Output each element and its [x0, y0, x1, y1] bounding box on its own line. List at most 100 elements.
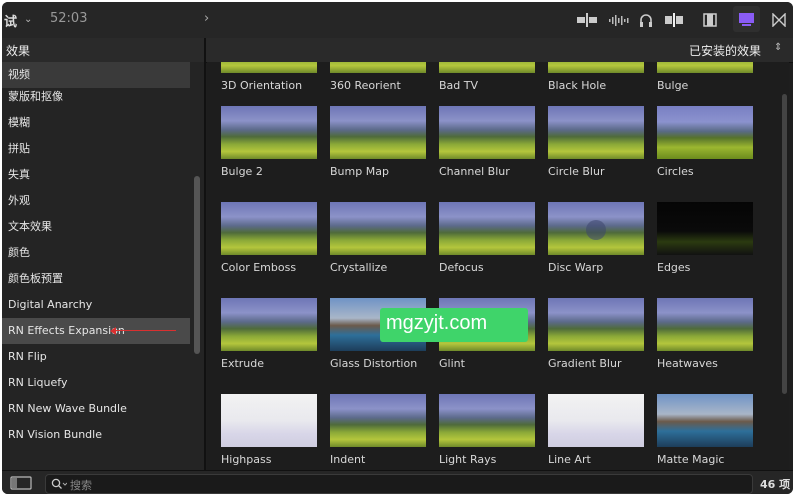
sidebar-item-rn-effects-expansion[interactable]: RN Effects Expansion	[2, 318, 190, 344]
effect-tile-bad-tv[interactable]: Bad TV	[439, 62, 535, 100]
effect-thumbnail	[439, 106, 535, 159]
watermark: mgzyjt.com	[380, 308, 528, 342]
item-count: 46 项	[760, 478, 791, 491]
chevron-down-icon[interactable]: ⌄	[24, 14, 32, 25]
headphones-icon[interactable]	[638, 12, 654, 28]
effect-tile-light-rays[interactable]: Light Rays	[439, 394, 535, 470]
effect-thumbnail	[330, 202, 426, 255]
chevron-right-icon[interactable]: ›	[204, 11, 209, 26]
sidebar-item-masks-keying[interactable]: 蒙版和抠像	[2, 84, 190, 110]
panel-divider[interactable]	[204, 38, 206, 470]
annotation-arrow-line	[114, 330, 176, 331]
installed-effects-filter[interactable]: 已安装的效果	[689, 42, 761, 59]
effect-tile-black-hole[interactable]: Black Hole	[548, 62, 644, 100]
search-field[interactable]: 搜索	[45, 474, 753, 494]
annotation-arrow-head	[110, 327, 116, 335]
chevron-updown-icon[interactable]: ⇕	[774, 42, 782, 53]
effect-tile-highpass[interactable]: Highpass	[221, 394, 317, 470]
effect-tile-bump-map[interactable]: Bump Map	[330, 106, 426, 186]
effect-tile-matte-magic[interactable]: Matte Magic	[657, 394, 753, 470]
effect-thumbnail	[657, 202, 753, 255]
effect-tile-gradient-blur[interactable]: Gradient Blur	[548, 298, 644, 378]
effect-label: Heatwaves	[657, 357, 718, 370]
effects-browser-toggle[interactable]	[733, 6, 760, 32]
effect-tile-defocus[interactable]: Defocus	[439, 202, 535, 282]
sidebar-item-digital-anarchy[interactable]: Digital Anarchy	[2, 292, 190, 318]
effect-label: Gradient Blur	[548, 357, 622, 370]
project-title[interactable]: 试	[4, 11, 17, 30]
effect-label: Glass Distortion	[330, 357, 418, 370]
effect-tile-circle-blur[interactable]: Circle Blur	[548, 106, 644, 186]
effects-browser-window: 试 ⌄ 52:03 › 效果 已安装的效果 ⇕ 视频 蒙版和抠像 模糊 拼贴 失…	[2, 2, 793, 494]
sidebar-item-rn-liquefy[interactable]: RN Liquefy	[2, 370, 190, 396]
sidebar-item-stylize[interactable]: 外观	[2, 188, 190, 214]
sidebar-item-color-presets[interactable]: 颜色板预置	[2, 266, 190, 292]
effect-label: Glint	[439, 357, 465, 370]
category-sidebar: 视频 蒙版和抠像 模糊 拼贴 失真 外观 文本效果 颜色 颜色板预置 Digit…	[2, 62, 204, 470]
effect-label: Bad TV	[439, 79, 479, 92]
effect-thumbnail	[439, 62, 535, 73]
sidebar-item-distortion[interactable]: 失真	[2, 162, 190, 188]
effect-label: Matte Magic	[657, 453, 725, 466]
effect-thumbnail	[548, 106, 644, 159]
sidebar-item-text-effects[interactable]: 文本效果	[2, 214, 190, 240]
effect-tile-indent[interactable]: Indent	[330, 394, 426, 470]
effect-tile-crystallize[interactable]: Crystallize	[330, 202, 426, 282]
sidebar-item-rn-flip[interactable]: RN Flip	[2, 344, 190, 370]
transitions-icon[interactable]	[772, 13, 786, 27]
effect-tile-bulge-2[interactable]: Bulge 2	[221, 106, 317, 186]
effect-label: Crystallize	[330, 261, 388, 274]
effect-label: Line Art	[548, 453, 591, 466]
effect-label: Color Emboss	[221, 261, 297, 274]
effect-thumbnail	[439, 202, 535, 255]
sidebar-item-rn-new-wave-bundle[interactable]: RN New Wave Bundle	[2, 396, 190, 422]
effect-label: Edges	[657, 261, 691, 274]
effect-label: Circle Blur	[548, 165, 605, 178]
effect-label: Channel Blur	[439, 165, 510, 178]
search-icon	[51, 478, 67, 489]
effect-tile-extrude[interactable]: Extrude	[221, 298, 317, 378]
effect-label: Highpass	[221, 453, 272, 466]
effect-thumbnail	[548, 202, 644, 255]
panel-title: 效果	[6, 44, 31, 58]
effect-tile-disc-warp[interactable]: Disc Warp	[548, 202, 644, 282]
sidebar-item-blur[interactable]: 模糊	[2, 110, 190, 136]
effect-thumbnail	[330, 394, 426, 447]
sidebar-scrollbar[interactable]	[194, 176, 200, 354]
grid-scrollbar[interactable]	[782, 94, 787, 394]
effect-tile-heatwaves[interactable]: Heatwaves	[657, 298, 753, 378]
effect-label: Bulge	[657, 79, 689, 92]
effect-tile-3d-orientation[interactable]: 3D Orientation	[221, 62, 317, 100]
effects-browser-icon	[739, 13, 754, 26]
sidebar-toggle-icon[interactable]	[10, 476, 32, 490]
sidebar-item-tiling[interactable]: 拼贴	[2, 136, 190, 162]
effect-thumbnail	[439, 394, 535, 447]
effect-label: 3D Orientation	[221, 79, 303, 92]
effect-label: Extrude	[221, 357, 265, 370]
effect-tile-line-art[interactable]: Line Art	[548, 394, 644, 470]
effect-tile-360-reorient[interactable]: 360 Reorient	[330, 62, 426, 100]
sidebar-item-color[interactable]: 颜色	[2, 240, 190, 266]
audio-waveform-icon[interactable]	[608, 12, 630, 28]
effect-thumbnail	[657, 394, 753, 447]
panel-header: 效果 已安装的效果 ⇕	[2, 38, 793, 63]
effect-thumbnail	[548, 394, 644, 447]
effect-label: Bump Map	[330, 165, 389, 178]
filmstrip-icon[interactable]	[702, 12, 718, 28]
effect-tile-circles[interactable]: Circles	[657, 106, 753, 186]
effect-tile-bulge[interactable]: Bulge	[657, 62, 753, 100]
effect-thumbnail	[330, 106, 426, 159]
effect-thumbnail	[221, 62, 317, 73]
sidebar-item-rn-vision-bundle[interactable]: RN Vision Bundle	[2, 422, 190, 448]
effect-tile-color-emboss[interactable]: Color Emboss	[221, 202, 317, 282]
effect-tile-edges[interactable]: Edges	[657, 202, 753, 282]
effect-label: Disc Warp	[548, 261, 604, 274]
snapping-icon[interactable]	[663, 12, 685, 28]
split-view-icon[interactable]	[576, 12, 598, 28]
effect-thumbnail	[221, 298, 317, 351]
effect-tile-channel-blur[interactable]: Channel Blur	[439, 106, 535, 186]
effect-thumbnail	[330, 62, 426, 73]
timecode: 52:03	[50, 11, 88, 26]
effect-thumbnail	[221, 202, 317, 255]
effect-thumbnail	[657, 106, 753, 159]
